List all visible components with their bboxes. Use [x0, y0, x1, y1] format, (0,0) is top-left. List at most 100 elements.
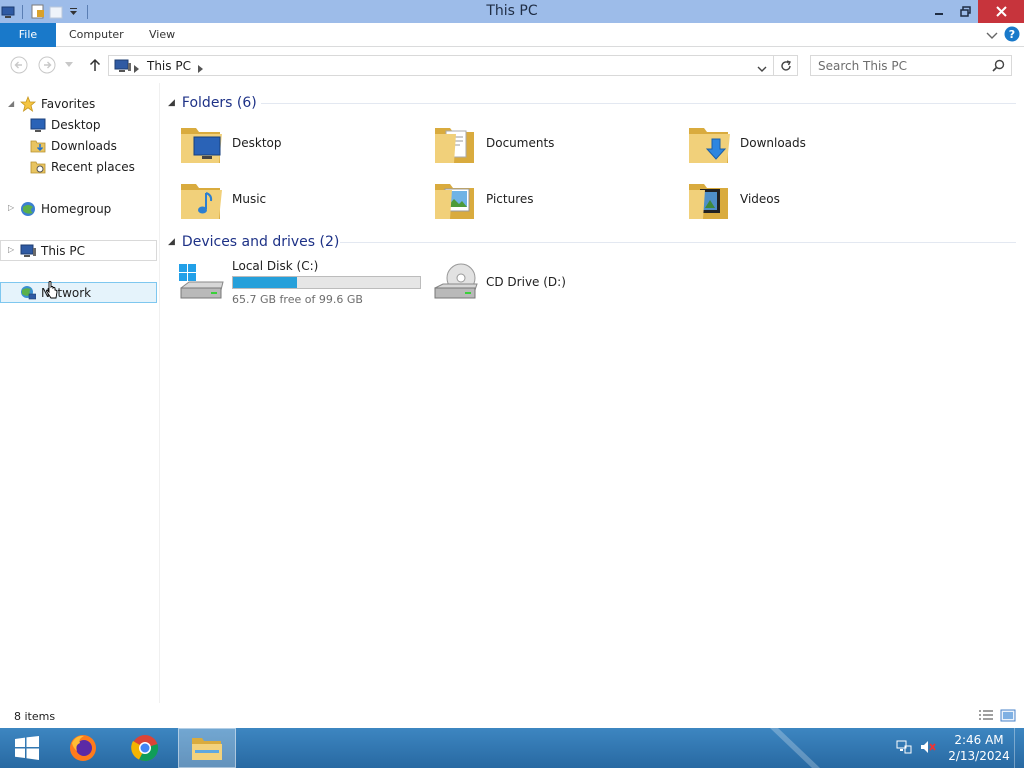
folder-downloads-label: Downloads	[740, 136, 806, 150]
window-title: This PC	[486, 3, 538, 19]
show-desktop-button[interactable]	[1014, 728, 1024, 768]
folder-downloads[interactable]: Downloads	[686, 117, 936, 169]
downloads-folder-icon	[689, 128, 730, 163]
downloads-folder-icon	[29, 138, 47, 154]
folder-videos[interactable]: Videos	[686, 173, 936, 225]
system-tray: 2:46 AM 2/13/2024	[896, 728, 1024, 768]
start-button[interactable]	[0, 728, 54, 768]
svg-text:?: ?	[1009, 28, 1015, 41]
drive-c-details: Local Disk (C:) 65.7 GB free of 99.6 GB	[232, 259, 421, 306]
mouse-cursor-icon	[45, 281, 59, 304]
clock-time: 2:46 AM	[954, 733, 1004, 747]
documents-folder-icon	[435, 128, 474, 163]
nav-homegroup[interactable]: Homegroup	[19, 198, 111, 219]
taskbar-chrome[interactable]	[118, 728, 172, 768]
minimize-button[interactable]	[926, 0, 952, 23]
nav-recent-places[interactable]: Recent places	[29, 156, 135, 177]
volume-muted-icon[interactable]	[920, 740, 936, 757]
collapse-arrow-icon[interactable]: ◢	[168, 237, 175, 247]
window-controls	[926, 0, 1024, 23]
close-button[interactable]	[978, 0, 1024, 23]
nav-favorites[interactable]: Favorites	[19, 93, 95, 114]
folder-desktop-label: Desktop	[232, 136, 282, 150]
tab-computer[interactable]: Computer	[69, 23, 124, 47]
nav-favorites-label: Favorites	[41, 96, 96, 111]
drive-local-disk-c[interactable]: Local Disk (C:) 65.7 GB free of 99.6 GB	[176, 257, 426, 307]
desktop-icon	[29, 117, 47, 133]
folder-pictures-label: Pictures	[486, 192, 534, 206]
computer-icon	[19, 243, 37, 259]
network-tray-icon[interactable]	[896, 740, 912, 757]
hard-drive-icon	[179, 264, 224, 299]
nav-this-pc[interactable]: This PC	[0, 240, 157, 261]
up-button[interactable]	[85, 55, 105, 75]
navigation-bar: This PC	[0, 47, 1024, 83]
taskbar-firefox[interactable]	[56, 728, 110, 768]
nav-homegroup-label: Homegroup	[41, 201, 112, 216]
address-bar[interactable]: This PC	[108, 55, 774, 76]
collapse-arrow-icon[interactable]: ◢	[168, 98, 175, 108]
star-icon	[19, 95, 37, 112]
folder-documents-label: Documents	[486, 136, 555, 150]
search-input[interactable]	[811, 56, 981, 75]
address-dropdown-icon[interactable]	[757, 62, 767, 76]
search-icon[interactable]	[992, 59, 1005, 75]
breadcrumb-chevron-icon[interactable]	[134, 62, 139, 76]
pictures-folder-icon	[435, 184, 474, 219]
drive-d-name: CD Drive (D:)	[486, 275, 566, 289]
refresh-button[interactable]	[774, 55, 798, 76]
restore-button[interactable]	[952, 0, 978, 23]
tab-view[interactable]: View	[149, 23, 175, 47]
folders-group-header[interactable]: ◢ Folders (6)	[168, 92, 1016, 114]
back-button[interactable]	[9, 55, 29, 75]
nav-desktop-label: Desktop	[51, 117, 101, 132]
expand-ribbon-icon[interactable]	[986, 29, 998, 43]
nav-network[interactable]: Network	[0, 282, 157, 303]
taskbar-file-explorer[interactable]	[178, 728, 236, 768]
help-icon[interactable]: ?	[1004, 26, 1020, 45]
forward-button[interactable]	[37, 55, 57, 75]
large-icons-view-icon[interactable]	[1000, 709, 1016, 725]
firefox-icon	[70, 735, 96, 761]
tab-file[interactable]: File	[0, 23, 56, 47]
nav-desktop[interactable]: Desktop	[29, 114, 101, 135]
folder-music[interactable]: Music	[178, 173, 428, 225]
drive-c-name: Local Disk (C:)	[232, 258, 319, 273]
drive-c-usage-bar	[232, 275, 421, 289]
chrome-icon	[131, 735, 159, 762]
folder-videos-label: Videos	[740, 192, 780, 206]
breadcrumb-chevron-icon[interactable]	[198, 62, 203, 76]
drive-c-free-space: 65.7 GB free of 99.6 GB	[232, 292, 363, 306]
item-count: 8 items	[14, 710, 56, 723]
clock-date: 2/13/2024	[948, 749, 1010, 763]
folders-heading: Folders (6)	[181, 95, 257, 111]
nav-this-pc-label: This PC	[41, 243, 85, 258]
drive-cd-d[interactable]: CD Drive (D:)	[430, 257, 680, 307]
details-view-icon[interactable]	[978, 709, 994, 725]
taskbar-light-streak	[770, 728, 820, 768]
expand-arrow-icon[interactable]: ▷	[8, 203, 14, 212]
file-explorer-icon	[192, 738, 222, 760]
divider	[261, 103, 1016, 104]
nav-downloads[interactable]: Downloads	[29, 135, 117, 156]
network-icon	[19, 285, 37, 301]
taskbar: 2:46 AM 2/13/2024	[0, 728, 1024, 768]
videos-folder-icon	[689, 184, 728, 219]
status-bar: 8 items	[0, 703, 1024, 728]
divider	[340, 242, 1016, 243]
windows-logo-icon	[15, 736, 39, 760]
content-pane: ◢ Folders (6) Desktop Documents Download…	[160, 83, 1024, 703]
nav-recent-places-label: Recent places	[51, 159, 135, 174]
recent-places-icon	[29, 159, 47, 175]
folder-pictures[interactable]: Pictures	[432, 173, 682, 225]
search-box	[810, 55, 1012, 76]
breadcrumb-this-pc[interactable]: This PC	[147, 59, 191, 73]
drives-group-header[interactable]: ◢ Devices and drives (2)	[168, 231, 1016, 253]
collapse-arrow-icon[interactable]: ◢	[8, 99, 14, 108]
title-bar: This PC	[0, 0, 1024, 23]
recent-locations-icon[interactable]	[62, 55, 76, 75]
folder-desktop[interactable]: Desktop	[178, 117, 428, 169]
clock[interactable]: 2:46 AM 2/13/2024	[944, 732, 1014, 764]
computer-icon	[113, 59, 131, 76]
folder-documents[interactable]: Documents	[432, 117, 682, 169]
